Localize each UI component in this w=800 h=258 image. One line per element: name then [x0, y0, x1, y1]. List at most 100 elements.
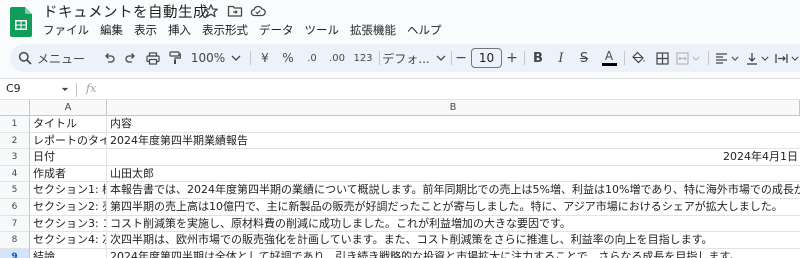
column-header-b[interactable]: B [107, 100, 800, 116]
text-color-label: A [604, 49, 614, 63]
font-family-select[interactable]: デフォ... [382, 44, 446, 72]
align-left-icon [716, 52, 727, 64]
increase-decimal-button[interactable]: .00 [326, 44, 348, 72]
text-wrap-icon [775, 53, 788, 63]
row-header[interactable]: 4 [0, 165, 30, 183]
cell-a[interactable]: 結論 [30, 248, 107, 258]
row-header[interactable]: 2 [0, 132, 30, 150]
cell-b[interactable]: 本報告書では、2024年度第四半期の業績について概説します。前年同期比での売上は… [107, 182, 800, 199]
search-icon [18, 51, 32, 65]
document-title[interactable]: ドキュメントを自動生成 [43, 1, 208, 22]
cell-b[interactable]: 山田太郎 [107, 166, 800, 183]
number-format-button[interactable]: 123 [351, 44, 375, 72]
fill-color-button[interactable] [630, 44, 648, 72]
cell-b[interactable]: 第四半期の売上高は10億円で、主に新製品の販売が好調だったことが寄与しました。特… [107, 199, 800, 216]
table-row: 9 結論 2024年度第四半期は全体として好調であり、引き続き戦略的な投資と市場拡大… [0, 248, 800, 258]
cell-b[interactable]: 内容 [107, 116, 800, 133]
menu-edit[interactable]: 編集 [100, 22, 123, 38]
vertical-align-button[interactable] [744, 44, 770, 72]
table-row: 6セクション2: 売上第四半期の売上高は10億円で、主に新製品の販売が好調だった… [0, 199, 800, 216]
undo-button[interactable] [100, 44, 118, 72]
percent-button[interactable]: % [280, 44, 296, 72]
cell-b[interactable]: 2024年度第四半期は全体として好調であり、引き続き戦略的な投資と市場拡大に注力… [107, 249, 800, 258]
zoom-select[interactable]: 100% [188, 44, 244, 72]
menu-help[interactable]: ヘルプ [407, 22, 442, 38]
cell-b[interactable]: 2024年4月1日 [107, 149, 800, 166]
menu-bar: ファイル 編集 表示 挿入 表示形式 データ ツール 拡張機能 ヘルプ [43, 22, 453, 38]
cell-a[interactable]: セクション2: 売上 [30, 199, 107, 216]
chevron-down-icon [791, 56, 799, 61]
chevron-down-icon [436, 55, 446, 61]
row-header[interactable]: 5 [0, 182, 30, 199]
spreadsheet-grid: A B 1タイトル内容2レポートのタイトル2024年度第四半期業績報告3日付20… [0, 100, 800, 258]
menu-extensions[interactable]: 拡張機能 [350, 22, 396, 38]
merge-cells-button[interactable] [674, 44, 702, 72]
strikethrough-button[interactable]: S [576, 44, 592, 72]
star-icon[interactable] [203, 3, 219, 19]
table-row: 2レポートのタイトル2024年度第四半期業績報告 [0, 132, 800, 150]
zoom-value: 100% [190, 51, 226, 65]
fx-icon: fx [86, 82, 97, 95]
table-row: 8セクション4: 次期次四半期は、欧州市場での販売強化を計画しています。また、コ… [0, 232, 800, 249]
italic-button[interactable]: I [553, 44, 569, 72]
toolbar-divider [524, 51, 525, 65]
sheets-logo-icon[interactable] [10, 7, 32, 37]
cloud-saved-icon[interactable] [250, 3, 266, 19]
cell-a[interactable]: タイトル [30, 116, 107, 133]
cell-b[interactable]: コスト削減策を実施し、原材料費の削減に成功しました。これが利益増加の大きな要因で… [107, 216, 800, 233]
row-header[interactable]: 1 [0, 116, 30, 133]
cell-a[interactable]: 日付 [30, 149, 107, 166]
menu-insert[interactable]: 挿入 [168, 22, 191, 38]
table-row: 1 タイトル 内容 [0, 116, 800, 133]
menu-format[interactable]: 表示形式 [202, 22, 248, 38]
formula-bar-divider [76, 83, 77, 97]
cell-a[interactable]: セクション3: コスト [30, 215, 107, 233]
column-header-a[interactable]: A [30, 100, 107, 116]
cell-a[interactable]: レポートのタイトル [30, 132, 107, 150]
increase-font-size-button[interactable]: + [505, 44, 519, 72]
borders-button[interactable] [653, 44, 671, 72]
print-button[interactable] [144, 44, 162, 72]
toolbar-divider [379, 51, 380, 65]
row-header[interactable]: 9 [0, 248, 30, 258]
row-header[interactable]: 7 [0, 215, 30, 233]
decrease-font-size-button[interactable]: − [454, 44, 468, 72]
paint-format-icon [169, 51, 181, 64]
cell-b[interactable]: 次四半期は、欧州市場での販売強化を計画しています。また、コスト削減策をさらに推進… [107, 232, 800, 249]
merge-cells-icon [676, 51, 689, 65]
row-header[interactable]: 6 [0, 199, 30, 216]
toolbar-divider [451, 51, 452, 65]
menu-tools[interactable]: ツール [305, 22, 340, 38]
menu-search[interactable]: メニュー [18, 44, 96, 72]
bold-button[interactable]: B [530, 44, 546, 72]
chevron-down-icon [231, 55, 241, 61]
text-color-button[interactable]: A [600, 44, 618, 72]
text-color-swatch [601, 63, 617, 66]
undo-icon [105, 53, 115, 63]
menu-file[interactable]: ファイル [43, 22, 89, 38]
row-header[interactable]: 3 [0, 149, 30, 166]
cell-a[interactable]: セクション1: 概要 [30, 182, 107, 199]
select-all-corner[interactable] [0, 100, 30, 116]
decrease-decimal-button[interactable]: .0 [304, 44, 320, 72]
cell-b[interactable]: 2024年度第四半期業績報告 [107, 133, 800, 150]
currency-button[interactable]: ¥ [257, 44, 273, 72]
print-icon [146, 51, 160, 65]
table-row: 7セクション3: コストコスト削減策を実施し、原材料費の削減に成功しました。これ… [0, 215, 800, 233]
caret-down-icon[interactable] [61, 87, 69, 92]
redo-button[interactable] [122, 44, 140, 72]
menu-view[interactable]: 表示 [134, 22, 157, 38]
toolbar-divider [708, 51, 709, 65]
menu-data[interactable]: データ [259, 22, 294, 38]
paint-format-button[interactable] [166, 44, 184, 72]
align-bottom-icon [746, 52, 757, 65]
text-wrapping-button[interactable] [774, 44, 800, 72]
font-size-input[interactable]: 10 [471, 48, 502, 68]
name-box[interactable]: C9 [6, 82, 21, 95]
move-folder-icon[interactable] [227, 3, 243, 19]
horizontal-align-button[interactable] [714, 44, 740, 72]
cell-a[interactable]: 作成者 [30, 165, 107, 183]
font-family-value: デフォ... [382, 51, 430, 66]
row-header[interactable]: 8 [0, 232, 30, 249]
cell-a[interactable]: セクション4: 次期 [30, 232, 107, 249]
